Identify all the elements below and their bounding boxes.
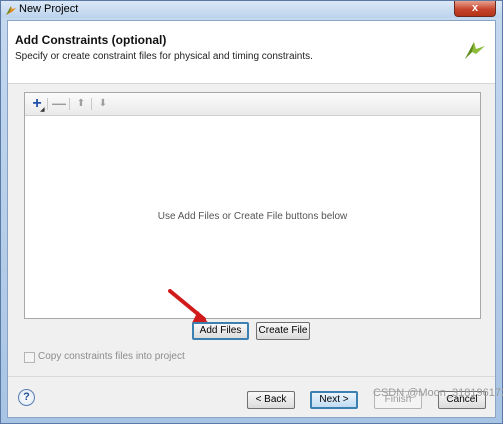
empty-list-hint: Use Add Files or Create File buttons bel… bbox=[157, 211, 348, 222]
next-button[interactable]: Next > bbox=[310, 391, 358, 409]
arrow-down-icon[interactable]: ⬇ bbox=[95, 95, 111, 112]
back-button[interactable]: < Back bbox=[247, 391, 295, 409]
dialog-body: Add Constraints (optional) Specify or cr… bbox=[7, 20, 496, 418]
footer-divider bbox=[8, 376, 495, 377]
watermark-text: CSDN @Moon_3181961725 bbox=[373, 387, 503, 399]
constraint-file-list[interactable]: + ◢ — ⬆ ⬇ Use Add Files or Create File b… bbox=[24, 92, 481, 319]
toolbar-divider bbox=[91, 98, 92, 110]
title-bar[interactable]: New Project x bbox=[1, 1, 502, 18]
minus-icon[interactable]: — bbox=[51, 95, 67, 112]
copy-constraints-label: Copy constraints files into project bbox=[38, 351, 185, 362]
page-title: Add Constraints (optional) bbox=[15, 33, 167, 47]
window-title: New Project bbox=[19, 3, 79, 15]
close-icon: x bbox=[471, 2, 479, 14]
toolbar-divider bbox=[47, 98, 48, 110]
page-subtitle: Specify or create constraint files for p… bbox=[15, 51, 313, 62]
arrow-up-icon[interactable]: ⬆ bbox=[73, 95, 89, 112]
file-list-toolbar: + ◢ — ⬆ ⬇ bbox=[25, 93, 480, 116]
copy-constraints-checkbox[interactable] bbox=[24, 352, 35, 363]
help-button[interactable]: ? bbox=[18, 389, 35, 406]
close-button[interactable]: x bbox=[454, 1, 496, 17]
create-file-button[interactable]: Create File bbox=[256, 322, 310, 340]
dialog-window: New Project x Add Constraints (optional)… bbox=[0, 0, 503, 424]
toolbar-divider bbox=[69, 98, 70, 110]
wizard-header: Add Constraints (optional) Specify or cr… bbox=[8, 21, 495, 84]
add-files-button[interactable]: Add Files bbox=[192, 322, 249, 340]
dropdown-caret-icon: ◢ bbox=[40, 107, 45, 113]
vivado-leaf-icon bbox=[465, 42, 485, 59]
app-icon bbox=[6, 6, 16, 15]
